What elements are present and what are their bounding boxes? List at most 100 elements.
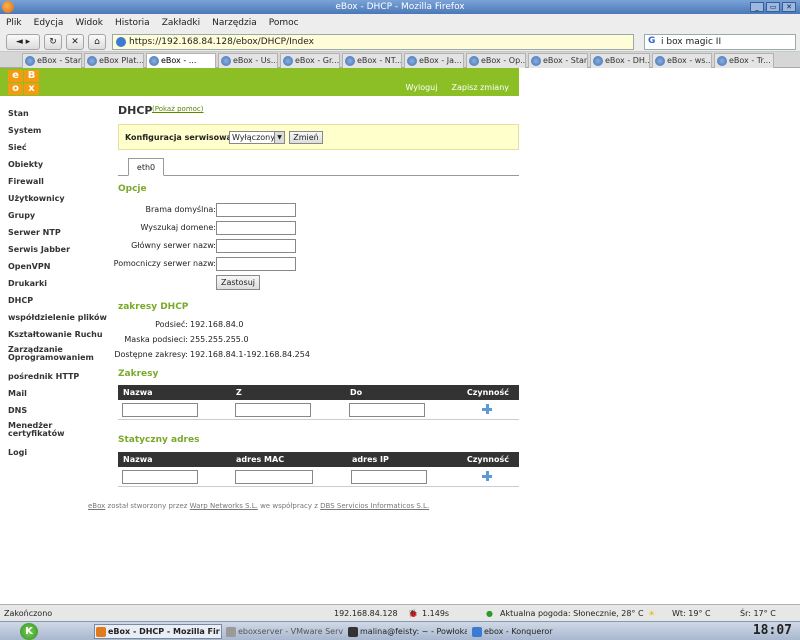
service-config-box: Konfiguracja serwisowa: Wyłączony ▼ Zmie… <box>118 124 519 150</box>
sidebar-item-dhcp[interactable]: DHCP <box>8 295 108 312</box>
back-forward-button[interactable]: ◄ ▸ <box>6 34 40 50</box>
url-bar[interactable]: https://192.168.84.128/ebox/DHCP/Index <box>112 34 634 50</box>
taskbar: K eBox - DHCP - Mozilla Fir eboxserver -… <box>0 621 800 640</box>
tab-5[interactable]: eBox - NT... <box>342 53 402 68</box>
firefox-icon <box>2 1 14 13</box>
task-vmware[interactable]: eboxserver - VMware Serve <box>224 624 344 639</box>
tab-8[interactable]: eBox - Stan <box>528 53 588 68</box>
col-z: Z <box>236 388 242 397</box>
sidebar-item-openvpn[interactable]: OpenVPN <box>8 261 108 278</box>
tab-11[interactable]: eBox - Tr... <box>714 53 774 68</box>
sidebar-item-grupy[interactable]: Grupy <box>8 210 108 227</box>
sidebar-item-stan[interactable]: Stan <box>8 108 108 125</box>
close-icon[interactable]: ✕ <box>782 2 796 12</box>
tab-1[interactable]: eBox Plat... <box>84 53 144 68</box>
sidebar-item-uzytkownicy[interactable]: Użytkownicy <box>8 193 108 210</box>
reload-icon[interactable]: ↻ <box>44 34 62 50</box>
ebox-link[interactable]: eBox <box>88 502 105 510</box>
static-ip-input[interactable] <box>351 470 427 484</box>
tab-eth0[interactable]: eth0 <box>128 158 164 176</box>
warp-link[interactable]: Warp Networks S.L. <box>190 502 258 510</box>
gateway-input[interactable] <box>216 203 296 217</box>
menu-zakladki[interactable]: Zakładki <box>162 18 200 28</box>
tab-9[interactable]: eBox - DH... <box>590 53 650 68</box>
tab-favicon-icon <box>283 56 293 66</box>
add-icon[interactable] <box>482 471 492 481</box>
dbs-link[interactable]: DBS Servicios Informaticos S.L. <box>320 502 429 510</box>
tab-favicon-icon <box>593 56 603 66</box>
menu-pomoc[interactable]: Pomoc <box>269 18 299 28</box>
menu-historia[interactable]: Historia <box>115 18 150 28</box>
sidebar-item-zarzadzanie[interactable]: Zarządzanie Oprogramowaniem <box>8 346 108 371</box>
apply-button[interactable]: Zastosuj <box>216 275 260 290</box>
sidebar-item-drukarki[interactable]: Drukarki <box>8 278 108 295</box>
sidebar-item-certyfikaty[interactable]: Menedżer certyfikatów <box>8 422 108 447</box>
static-address-title: Statyczny adres <box>118 435 200 445</box>
tab-favicon-icon <box>531 56 541 66</box>
col-czynnosc: Czynność <box>466 388 509 397</box>
static-name-input[interactable] <box>122 470 198 484</box>
tab-0[interactable]: eBox - Stan <box>22 53 82 68</box>
maximize-icon[interactable]: ▭ <box>766 2 780 12</box>
primary-ns-input[interactable] <box>216 239 296 253</box>
tab-strip: eBox - Stan eBox Plat... eBox - ... eBox… <box>0 52 800 68</box>
sidebar-item-mail[interactable]: Mail <box>8 388 108 405</box>
minimize-icon[interactable]: _ <box>750 2 764 12</box>
primary-ns-label: Główny serwer nazw: <box>131 241 216 250</box>
help-link[interactable]: (Pokaż pomoc) <box>152 105 204 113</box>
sidebar-item-siec[interactable]: Sieć <box>8 142 108 159</box>
menu-plik[interactable]: Plik <box>6 18 22 28</box>
sidebar: Stan System Sieć Obiekty Firewall Użytko… <box>8 108 108 464</box>
sidebar-item-firewall[interactable]: Firewall <box>8 176 108 193</box>
sidebar-item-dns[interactable]: DNS <box>8 405 108 422</box>
service-config-select[interactable]: Wyłączony ▼ <box>229 131 285 144</box>
ad-icon: 🐞 <box>408 609 418 618</box>
col-nazwa: Nazwa <box>123 388 153 397</box>
search-input[interactable]: G i box magic II <box>644 34 796 50</box>
sidebar-item-obiekty[interactable]: Obiekty <box>8 159 108 176</box>
static-mac-input[interactable] <box>235 470 313 484</box>
task-label: malina@feisty: ~ - Powłoka <box>360 627 468 636</box>
tab-3[interactable]: eBox - Us... <box>218 53 278 68</box>
k-menu-icon[interactable]: K <box>20 623 38 640</box>
site-identity-icon[interactable] <box>116 37 126 47</box>
add-icon[interactable] <box>482 404 492 414</box>
tab-10[interactable]: eBox - ws... <box>652 53 712 68</box>
window-controls: _ ▭ ✕ <box>750 2 796 12</box>
tab-2[interactable]: eBox - ... <box>146 53 216 68</box>
tab-label: eBox - Op... <box>481 56 526 65</box>
page-footer: eBox został stworzony przez Warp Network… <box>88 502 429 510</box>
menu-narzedzia[interactable]: Narzędzia <box>212 18 257 28</box>
task-firefox[interactable]: eBox - DHCP - Mozilla Fir <box>94 624 222 639</box>
sidebar-item-logi[interactable]: Logi <box>8 447 108 464</box>
sidebar-item-ntp[interactable]: Serwer NTP <box>8 227 108 244</box>
col-nazwa: Nazwa <box>123 455 153 464</box>
tab-7[interactable]: eBox - Op... <box>466 53 526 68</box>
logout-link[interactable]: Wyloguj <box>405 83 437 92</box>
tab-4[interactable]: eBox - Gr... <box>280 53 340 68</box>
tab-favicon-icon <box>87 56 97 66</box>
tab-label: eBox - ws... <box>667 56 712 65</box>
netmask-value: 255.255.255.0 <box>190 335 249 344</box>
sidebar-item-ksztaltowanie[interactable]: Kształtowanie Ruchu <box>8 329 108 346</box>
save-changes-link[interactable]: Zapisz zmiany <box>451 83 509 92</box>
sidebar-item-wspoldzielenie[interactable]: współdzielenie plików <box>8 312 108 329</box>
sidebar-item-system[interactable]: System <box>8 125 108 142</box>
tab-6[interactable]: eBox - Ja... <box>404 53 464 68</box>
menu-edycja[interactable]: Edycja <box>34 18 64 28</box>
sidebar-item-jabber[interactable]: Serwis Jabber <box>8 244 108 261</box>
task-label: eBox - DHCP - Mozilla Fir <box>108 627 220 636</box>
search-domain-input[interactable] <box>216 221 296 235</box>
menu-widok[interactable]: Widok <box>75 18 103 28</box>
task-konqueror[interactable]: ebox - Konqueror <box>470 624 580 639</box>
range-to-input[interactable] <box>349 403 425 417</box>
task-terminal[interactable]: malina@feisty: ~ - Powłoka <box>346 624 468 639</box>
change-button[interactable]: Zmień <box>289 131 323 144</box>
stop-icon[interactable]: ✕ <box>66 34 84 50</box>
google-icon[interactable]: G <box>648 36 658 47</box>
home-icon[interactable]: ⌂ <box>88 34 106 50</box>
range-from-input[interactable] <box>235 403 311 417</box>
sidebar-item-posrednik[interactable]: pośrednik HTTP <box>8 371 108 388</box>
secondary-ns-input[interactable] <box>216 257 296 271</box>
range-name-input[interactable] <box>122 403 198 417</box>
